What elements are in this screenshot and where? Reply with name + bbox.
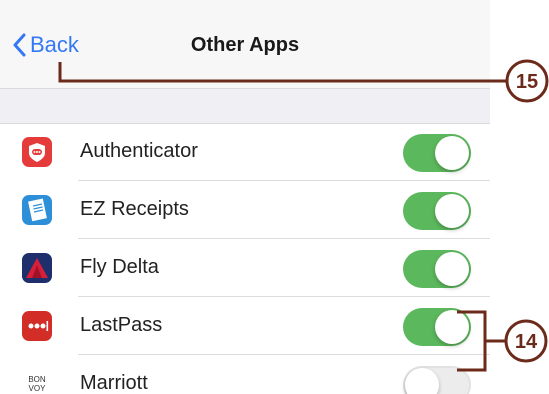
fly-delta-icon	[22, 253, 52, 283]
app-list: Authenticator EZ Receipts Fly Delta Last…	[0, 123, 490, 394]
toggle-knob	[435, 310, 469, 344]
toggle-marriott[interactable]	[403, 366, 471, 394]
list-item-authenticator: Authenticator	[0, 123, 490, 181]
callout-15-number: 15	[516, 71, 538, 93]
navigation-bar: Back Other Apps	[0, 0, 490, 88]
app-label: LastPass	[80, 314, 163, 336]
marriott-icon: BON VOY	[22, 369, 52, 394]
callout-14-number: 14	[515, 331, 538, 353]
toggle-knob	[435, 252, 469, 286]
toggle-authenticator[interactable]	[403, 134, 471, 172]
callout-15-badge	[505, 59, 549, 103]
app-label: Marriott	[80, 372, 148, 394]
svg-text:BON: BON	[28, 375, 46, 384]
list-item-marriott: BON VOY Marriott	[0, 355, 490, 394]
app-label: EZ Receipts	[80, 198, 189, 220]
toggle-lastpass[interactable]	[403, 308, 471, 346]
toggle-knob	[435, 194, 469, 228]
list-item-ez-receipts: EZ Receipts	[0, 181, 490, 239]
toggle-fly-delta[interactable]	[403, 250, 471, 288]
callout-14-badge	[504, 319, 548, 363]
page-title: Other Apps	[190, 34, 300, 56]
app-label: Fly Delta	[80, 256, 159, 278]
ez-receipts-icon	[22, 195, 52, 225]
svg-text:VOY: VOY	[29, 384, 47, 393]
toggle-ez-receipts[interactable]	[403, 192, 471, 230]
toggle-knob	[435, 136, 469, 170]
toggle-knob	[405, 368, 439, 394]
screen: Back Other Apps Authenticator EZ Receipt…	[0, 0, 490, 394]
list-item-fly-delta: Fly Delta	[0, 239, 490, 297]
authenticator-icon	[22, 137, 52, 167]
section-spacer	[0, 88, 490, 124]
app-label: Authenticator	[80, 140, 198, 162]
list-item-lastpass: LastPass	[0, 297, 490, 355]
lastpass-icon	[22, 311, 52, 341]
